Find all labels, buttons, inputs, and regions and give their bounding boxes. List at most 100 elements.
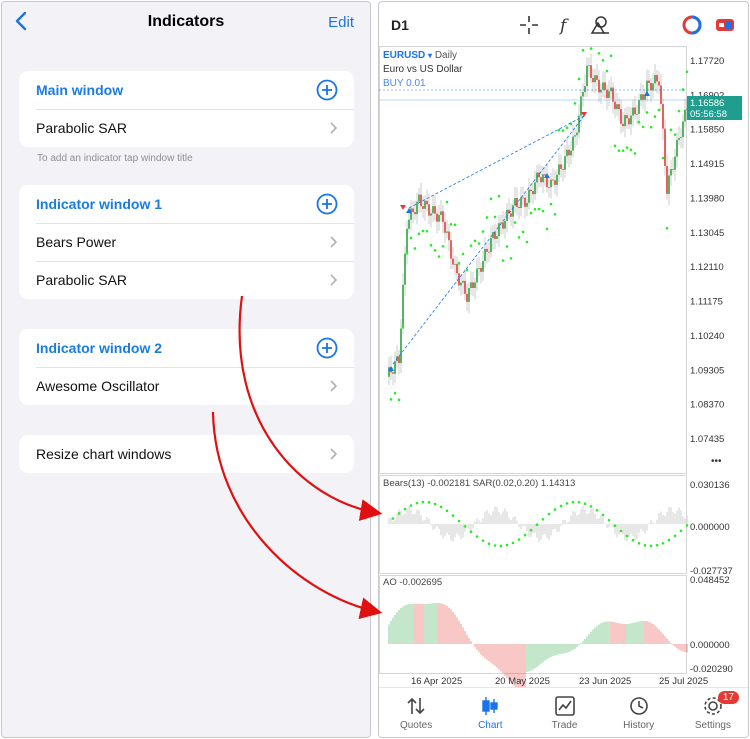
candle-body: [454, 263, 456, 265]
main-window-header[interactable]: Main window: [19, 71, 354, 109]
candle-body: [464, 280, 466, 294]
bears-sar-dot: [631, 538, 635, 542]
indicators-function-icon[interactable]: f: [555, 15, 575, 35]
chart-screen: D1 f Bears(13) -0.002181 SAR(0.02,0.20) …: [378, 1, 749, 738]
objects-shapes-icon[interactable]: [590, 15, 610, 35]
chevron-right-icon: [330, 236, 337, 248]
candle-body: [622, 123, 624, 127]
indicator-window-1-group: Indicator window 1 Bears Power Parabolic…: [19, 185, 354, 299]
tab-chart[interactable]: Chart: [453, 688, 527, 737]
sar-dot: [501, 259, 505, 262]
tab-history[interactable]: History: [602, 688, 676, 737]
add-circle-icon[interactable]: [316, 193, 338, 215]
sar-dot: [461, 252, 465, 256]
sar-dot: [557, 128, 561, 132]
add-circle-icon[interactable]: [316, 79, 338, 101]
candle-body: [590, 65, 592, 79]
tab-trade[interactable]: Trade: [527, 688, 601, 737]
candle-body: [422, 206, 424, 209]
sar-dot: [397, 398, 401, 402]
sar-dot: [545, 227, 549, 231]
candle-body: [462, 280, 464, 283]
candle-body: [394, 361, 396, 374]
one-click-trading-icon[interactable]: [682, 15, 702, 35]
bears-sar-dot: [541, 517, 545, 521]
candle-body: [418, 194, 420, 202]
timeframe-button[interactable]: D1: [391, 17, 409, 33]
candle-body: [612, 87, 614, 102]
candle-body: [678, 138, 680, 140]
crosshair-icon[interactable]: [519, 15, 539, 35]
sar-dot: [673, 133, 677, 136]
price-chart[interactable]: Bears(13) -0.002181 SAR(0.02,0.20) 1.143…: [379, 46, 749, 689]
indicator-row[interactable]: Parabolic SAR: [19, 261, 354, 299]
sar-dot: [657, 108, 661, 112]
tab-settings[interactable]: Settings 17: [676, 688, 748, 737]
candle-body: [572, 136, 574, 151]
ao-indicator-label: AO -0.002695: [383, 577, 442, 588]
candle-body: [520, 197, 522, 209]
candle-body: [406, 228, 408, 254]
sar-dot: [573, 102, 577, 105]
buy-position-label[interactable]: BUY 0.01: [383, 78, 462, 89]
indicator-row[interactable]: Bears Power: [19, 223, 354, 261]
candle-body: [558, 164, 560, 175]
symbol-name[interactable]: EURUSD: [383, 50, 425, 61]
candles-icon: [482, 697, 498, 715]
candle-body: [618, 104, 620, 110]
bears-sar-dot: [619, 529, 623, 533]
indicator-label: Bears Power: [36, 234, 117, 250]
bears-sar-dot: [685, 524, 689, 527]
candle-body: [460, 282, 462, 286]
sar-dot: [601, 59, 605, 62]
bears-sar-dot: [421, 500, 425, 504]
candle-body: [568, 149, 570, 156]
chart-area[interactable]: Bears(13) -0.002181 SAR(0.02,0.20) 1.143…: [379, 46, 749, 689]
candle-body: [534, 182, 536, 195]
trade-toggle-icon[interactable]: [715, 15, 735, 35]
indicator-row[interactable]: Awesome Oscillator: [19, 367, 354, 405]
sar-dot: [529, 211, 533, 215]
candle-body: [640, 94, 642, 101]
ao-axis-label: 0.048452: [690, 575, 730, 586]
symbol-info: EURUSD ▾ Daily Euro vs US Dollar BUY 0.0…: [383, 50, 462, 89]
candle-body: [610, 87, 612, 92]
ao-axis-label: 0.000000: [690, 640, 730, 651]
edit-button[interactable]: Edit: [328, 14, 354, 31]
bears-sar-dot: [589, 505, 593, 508]
bears-sar-dot: [523, 533, 527, 537]
candle-body: [488, 251, 490, 253]
candle-body: [448, 231, 450, 241]
sar-dot: [405, 252, 409, 255]
bears-sar-dot: [493, 544, 497, 547]
candle-body: [566, 149, 568, 157]
sar-dot: [513, 221, 517, 224]
tab-bar: Quotes Chart Trade History Settings 17: [379, 687, 748, 737]
chart-toolbar: D1 f: [379, 2, 748, 46]
indicator-label: Awesome Oscillator: [36, 378, 160, 394]
sar-dot: [521, 230, 525, 234]
resize-chart-windows-row[interactable]: Resize chart windows: [19, 435, 354, 473]
add-circle-icon[interactable]: [316, 337, 338, 359]
candle-body: [642, 94, 644, 100]
bears-sar-dot: [499, 544, 503, 548]
sar-dot: [457, 262, 461, 265]
indicator-window-1-header[interactable]: Indicator window 1: [19, 185, 354, 223]
bears-sar-dot: [673, 534, 677, 538]
symbol-dropdown-icon[interactable]: ▾: [428, 51, 432, 60]
price-axis-label: 1.14915: [690, 159, 724, 170]
tab-quotes[interactable]: Quotes: [379, 688, 453, 737]
date-axis-label: 25 Jul 2025: [659, 676, 708, 687]
candle-body: [654, 74, 656, 84]
sar-dot: [677, 109, 681, 113]
candle-body: [400, 328, 402, 364]
bears-sar-dot: [511, 541, 515, 545]
sar-dot: [649, 125, 653, 129]
indicator-window-2-header[interactable]: Indicator window 2: [19, 329, 354, 367]
candle-body: [532, 191, 534, 195]
candle-body: [626, 115, 628, 119]
indicator-row[interactable]: Parabolic SAR: [19, 109, 354, 147]
candle-body: [632, 107, 634, 116]
sar-dot: [541, 209, 545, 213]
group-title: Indicator window 1: [36, 196, 163, 212]
